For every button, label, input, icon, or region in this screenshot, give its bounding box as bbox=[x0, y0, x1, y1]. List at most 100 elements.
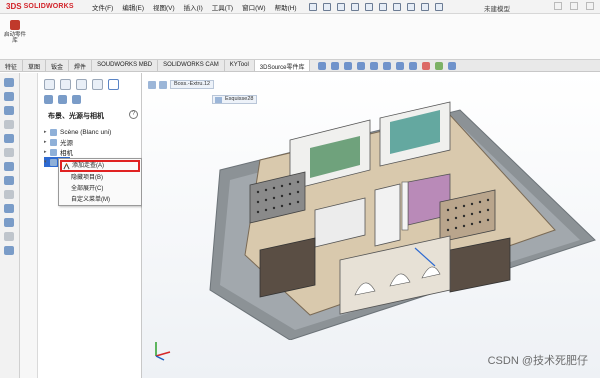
options-icon[interactable] bbox=[434, 2, 443, 11]
part-icon[interactable] bbox=[148, 80, 156, 89]
tool-icon[interactable] bbox=[4, 120, 14, 129]
open-icon[interactable] bbox=[350, 2, 359, 11]
tab-3dsource[interactable]: 3DSource零件库 bbox=[254, 60, 311, 71]
display-manager-panel: 布景、光源与相机 ? ▸ Scène (Blanc uni) ▸ 光源 ▸ 相机… bbox=[38, 73, 142, 378]
panel-title: 布景、光源与相机 bbox=[48, 113, 104, 120]
display-manager-tab-icon[interactable] bbox=[108, 79, 119, 90]
body-icon[interactable] bbox=[159, 80, 167, 89]
tool-icon[interactable] bbox=[4, 78, 14, 87]
menu-help[interactable]: 帮助(H) bbox=[275, 2, 297, 12]
tree-item-lights[interactable]: ▸ 光源 bbox=[44, 137, 140, 147]
tab-features[interactable]: 特征 bbox=[0, 60, 24, 71]
zoom-to-fit-icon[interactable] bbox=[318, 62, 326, 70]
display-manager-subtabs bbox=[44, 95, 81, 104]
context-menu-label: 添加走查(A) bbox=[72, 163, 104, 169]
menu-edit[interactable]: 编辑(E) bbox=[122, 2, 144, 12]
minimize-icon[interactable] bbox=[554, 2, 562, 10]
tree-item-label: 相机 bbox=[60, 150, 73, 157]
tree-item-scene[interactable]: ▸ Scène (Blanc uni) bbox=[44, 127, 140, 137]
context-menu: 添加走查(A) 隐藏项目(B) 全部展开(C) 自定义菜单(M) bbox=[58, 158, 142, 206]
zoom-area-icon[interactable] bbox=[331, 62, 339, 70]
save-icon[interactable] bbox=[364, 2, 373, 11]
tool-icon[interactable] bbox=[4, 204, 14, 213]
command-tabs: 特征 草图 钣金 焊件 SOUDWORKS MBD SOLIDWORKS CAM… bbox=[0, 60, 600, 72]
print-icon[interactable] bbox=[378, 2, 387, 11]
lights-folder-icon bbox=[50, 138, 57, 146]
property-manager-tab-icon[interactable] bbox=[60, 79, 71, 90]
tab-cam[interactable]: SOLIDWORKS CAM bbox=[158, 60, 225, 71]
home-icon[interactable] bbox=[322, 2, 331, 11]
feature-manager-tab-icon[interactable] bbox=[44, 79, 55, 90]
house-3d-model[interactable] bbox=[150, 90, 600, 340]
tree-item-label: Scène (Blanc uni) bbox=[60, 128, 112, 136]
close-icon[interactable] bbox=[586, 2, 594, 10]
decals-icon[interactable] bbox=[58, 95, 67, 104]
dimxpert-tab-icon[interactable] bbox=[92, 79, 103, 90]
context-menu-add-walkthrough[interactable]: 添加走查(A) bbox=[60, 160, 140, 172]
camera-folder-icon bbox=[50, 148, 57, 156]
tool-icon[interactable] bbox=[4, 134, 14, 143]
tab-sheet-metal[interactable]: 钣金 bbox=[46, 60, 70, 71]
tree-item-cameras[interactable]: ▸ 相机 bbox=[44, 147, 140, 157]
command-manager: 启动零件库 bbox=[0, 14, 600, 60]
pin-icon[interactable] bbox=[308, 2, 317, 11]
left-tool-strip bbox=[0, 73, 20, 378]
left-tool-strip-secondary bbox=[20, 73, 38, 378]
watermark: CSDN @技术死肥仔 bbox=[487, 355, 588, 367]
scene-lights-cameras-icon[interactable] bbox=[72, 95, 81, 104]
appearances-icon[interactable] bbox=[44, 95, 53, 104]
tool-icon[interactable] bbox=[4, 246, 14, 255]
context-menu-hide-items[interactable]: 隐藏项目(B) bbox=[59, 173, 141, 184]
context-menu-label: 全部展开(C) bbox=[71, 186, 104, 192]
app-name: SOLIDWORKS bbox=[23, 3, 74, 10]
tool-icon[interactable] bbox=[4, 218, 14, 227]
hide-show-icon[interactable] bbox=[409, 62, 417, 70]
launch-parts-library-button[interactable]: 启动零件库 bbox=[3, 20, 27, 44]
tab-kytool[interactable]: KYTool bbox=[225, 60, 255, 71]
breadcrumb-feature[interactable]: Boss.-Extru.12 bbox=[170, 80, 215, 89]
menu-tools[interactable]: 工具(T) bbox=[212, 2, 233, 12]
previous-view-icon[interactable] bbox=[344, 62, 352, 70]
menu-view[interactable]: 视图(V) bbox=[153, 2, 175, 12]
quick-access-toolbar bbox=[308, 2, 443, 11]
configuration-manager-tab-icon[interactable] bbox=[76, 79, 87, 90]
tree-item-label: 光源 bbox=[60, 140, 73, 147]
undo-icon[interactable] bbox=[392, 2, 401, 11]
tool-icon[interactable] bbox=[4, 176, 14, 185]
help-icon[interactable]: ? bbox=[129, 110, 138, 119]
view-settings-icon[interactable] bbox=[448, 62, 456, 70]
tool-icon[interactable] bbox=[4, 190, 14, 199]
tab-sketch[interactable]: 草图 bbox=[23, 60, 47, 71]
window-controls bbox=[554, 2, 594, 10]
menu-insert[interactable]: 插入(I) bbox=[184, 2, 203, 12]
tool-icon[interactable] bbox=[4, 232, 14, 241]
context-menu-label: 自定义菜单(M) bbox=[71, 197, 110, 203]
breadcrumb: Boss.-Extru.12 bbox=[148, 80, 215, 89]
walkthrough-folder-icon bbox=[50, 158, 57, 166]
tool-icon[interactable] bbox=[4, 148, 14, 157]
context-menu-expand-all[interactable]: 全部展开(C) bbox=[59, 184, 141, 195]
display-style-icon[interactable] bbox=[396, 62, 404, 70]
manager-tabs bbox=[44, 79, 119, 90]
dynamic-annotation-icon[interactable] bbox=[370, 62, 378, 70]
tab-weldments[interactable]: 焊件 bbox=[69, 60, 93, 71]
rebuild-icon[interactable] bbox=[420, 2, 429, 11]
tool-icon[interactable] bbox=[4, 162, 14, 171]
select-icon[interactable] bbox=[406, 2, 415, 11]
menu-file[interactable]: 文件(F) bbox=[92, 2, 113, 12]
tool-icon[interactable] bbox=[4, 92, 14, 101]
tab-mbd[interactable]: SOUDWORKS MBD bbox=[92, 60, 159, 71]
menu-window[interactable]: 窗口(W) bbox=[242, 2, 265, 12]
apply-scene-icon[interactable] bbox=[435, 62, 443, 70]
walkthrough-icon bbox=[63, 163, 70, 170]
tool-icon[interactable] bbox=[4, 106, 14, 115]
new-document-icon[interactable] bbox=[336, 2, 345, 11]
context-menu-customize[interactable]: 自定义菜单(M) bbox=[59, 195, 141, 206]
edit-appearance-icon[interactable] bbox=[422, 62, 430, 70]
view-orientation-icon[interactable] bbox=[383, 62, 391, 70]
launch-parts-library-label: 启动零件库 bbox=[3, 32, 26, 44]
section-view-icon[interactable] bbox=[357, 62, 365, 70]
maximize-icon[interactable] bbox=[570, 2, 578, 10]
title-bar: 3DS SOLIDWORKS 文件(F) 编辑(E) 视图(V) 插入(I) 工… bbox=[0, 0, 600, 14]
parts-library-icon bbox=[10, 20, 20, 30]
